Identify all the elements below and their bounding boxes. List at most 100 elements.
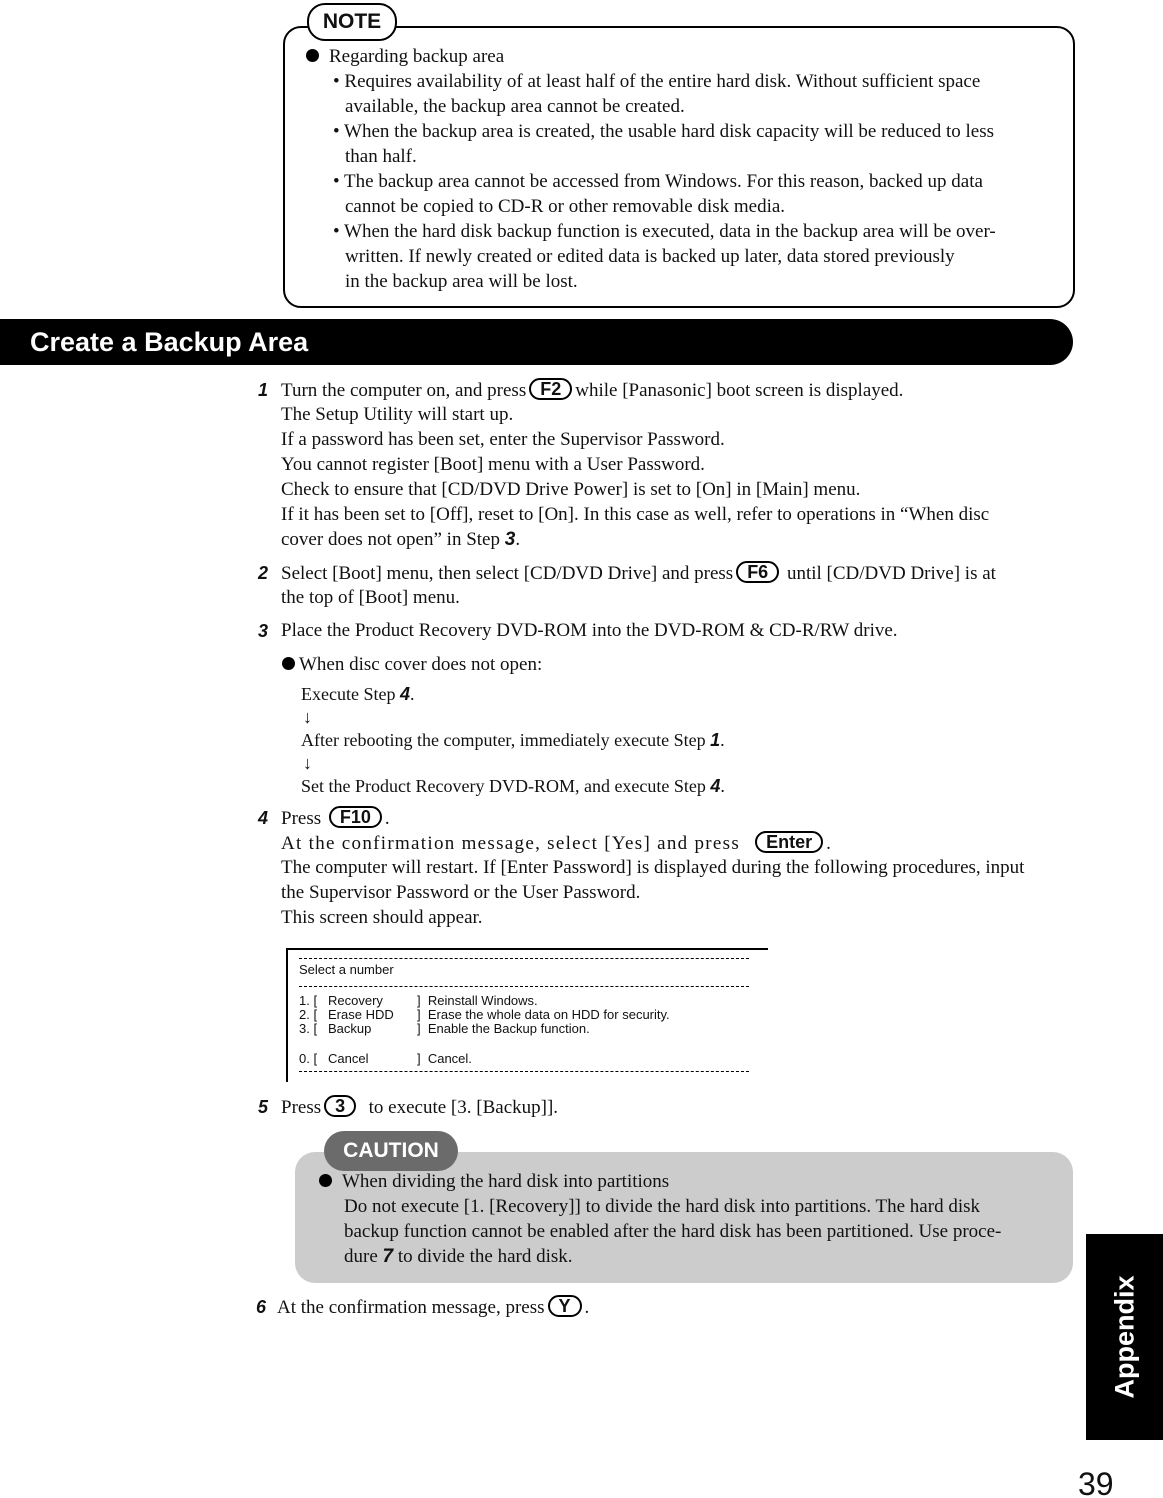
- down-arrow-icon: ↓: [303, 707, 312, 727]
- step-6-line: At the confirmation message, press Y.: [277, 1295, 589, 1320]
- note-line: written. If newly created or edited data…: [345, 246, 955, 267]
- appendix-label: Appendix: [1109, 1275, 1139, 1399]
- page-number: 39: [1078, 1466, 1114, 1498]
- step-4-line: This screen should appear.: [281, 907, 483, 928]
- text: 1. [: [299, 993, 318, 1008]
- section-title: Create a Backup Area: [30, 327, 309, 357]
- text: 2. [: [299, 1007, 318, 1022]
- bullet-icon: [282, 657, 295, 670]
- divider: [299, 986, 749, 987]
- text: Erase HDD: [328, 1007, 394, 1022]
- text: Recovery: [328, 993, 383, 1008]
- caution-line: backup function cannot be enabled after …: [344, 1221, 1002, 1242]
- note-line: • Requires availability of at least half…: [333, 71, 981, 92]
- text: At the confirmation message, press: [277, 1297, 545, 1318]
- caution-line: Do not execute [1. [Recovery]] to divide…: [344, 1196, 980, 1217]
- step-1-line: Check to ensure that [CD/DVD Drive Power…: [281, 479, 861, 500]
- text: At the confirmation message, select [Yes…: [281, 833, 741, 854]
- bullet-icon: [306, 49, 319, 62]
- text: dure: [344, 1246, 378, 1267]
- text: ] Erase the whole data on HDD for securi…: [417, 1007, 670, 1022]
- screen-title: Select a number: [299, 962, 394, 977]
- text: ] Enable the Backup function.: [417, 1021, 590, 1036]
- flow-step: After rebooting the computer, immediatel…: [301, 730, 725, 750]
- text: until [CD/DVD Drive] is at: [786, 563, 996, 584]
- text: Set the Product Recovery DVD-ROM, and ex…: [301, 776, 706, 796]
- step-3-bullet: When disc cover does not open:: [282, 653, 542, 677]
- step-4-line: The computer will restart. If [Enter Pas…: [281, 857, 1025, 878]
- section-banner: Create a Backup Area: [0, 319, 1073, 365]
- caution-label: CAUTION: [324, 1131, 458, 1171]
- menu-option: 0. [Cancel] Cancel.: [299, 1052, 472, 1066]
- step-ref: 4: [399, 684, 410, 704]
- step-ref: 3: [504, 529, 516, 550]
- step-1-line: You cannot register [Boot] menu with a U…: [281, 454, 705, 475]
- step-5-line: Press 3 to execute [3. [Backup]].: [281, 1095, 558, 1120]
- step-1-line: If it has been set to [Off], reset to [O…: [281, 504, 990, 525]
- text: After rebooting the computer, immediatel…: [301, 730, 706, 750]
- key-f2: F2: [529, 378, 573, 400]
- text: .: [515, 529, 521, 550]
- note-line: cannot be copied to CD-R or other remova…: [345, 196, 786, 217]
- step-number: 6: [256, 1297, 267, 1317]
- menu-option: 3. [ Backup ] Enable the Backup function.: [299, 1022, 590, 1036]
- caution-heading: When dividing the hard disk into partiti…: [319, 1170, 669, 1194]
- key-f6: F6: [736, 561, 780, 583]
- step-1-line: If a password has been set, enter the Su…: [281, 429, 725, 450]
- text: ] Reinstall Windows.: [417, 993, 538, 1008]
- note-line: • When the backup area is created, the u…: [333, 121, 995, 142]
- appendix-tab: Appendix: [1086, 1234, 1163, 1440]
- step-ref: 7: [382, 1246, 394, 1267]
- text: ] Cancel.: [417, 1051, 472, 1066]
- note-line: than half.: [345, 146, 417, 167]
- text: Cancel: [328, 1051, 369, 1066]
- text: .: [584, 1297, 590, 1318]
- text: When dividing the hard disk into partiti…: [342, 1171, 670, 1192]
- text: Turn the computer on, and press: [281, 380, 527, 401]
- flow-step: Execute Step 4.: [301, 684, 415, 704]
- note-heading: Regarding backup area: [306, 45, 504, 69]
- divider: [299, 1071, 749, 1072]
- text: Select [Boot] menu, then select [CD/DVD …: [281, 563, 734, 584]
- step-number: 5: [258, 1097, 269, 1117]
- note-line: in the backup area will be lost.: [345, 271, 578, 292]
- recovery-menu-screen: Select a number 1. [ Recovery ] Reinstall …: [286, 948, 768, 1082]
- note-label: NOTE: [307, 3, 397, 41]
- step-4-line: the Supervisor Password or the User Pass…: [281, 882, 641, 903]
- divider: [299, 958, 749, 959]
- menu-option: 1. [ Recovery ] Reinstall Windows.: [299, 994, 538, 1008]
- note-line: • When the hard disk backup function is …: [333, 221, 996, 242]
- note-heading-text: Regarding backup area: [329, 46, 505, 67]
- step-4-line: At the confirmation message, select [Yes…: [281, 831, 833, 854]
- note-line: • The backup area cannot be accessed fro…: [333, 171, 983, 192]
- text: Press: [281, 1097, 322, 1118]
- text: Execute Step: [301, 684, 396, 704]
- key-f10: F10: [328, 806, 382, 828]
- flow-step: Set the Product Recovery DVD-ROM, and ex…: [301, 776, 725, 796]
- step-3-line: Place the Product Recovery DVD-ROM into …: [281, 620, 898, 641]
- note-line: available, the backup area cannot be cre…: [345, 96, 685, 117]
- text: When disc cover does not open:: [299, 654, 543, 675]
- bullet-icon: [319, 1174, 332, 1187]
- step-ref: 4: [710, 776, 721, 796]
- step-2-line: the top of [Boot] menu.: [281, 587, 460, 608]
- step-1-line: cover does not open” in Step 3.: [281, 528, 520, 552]
- key-y: Y: [547, 1295, 582, 1317]
- step-4-line: Press F10.: [281, 806, 390, 829]
- step-number: 4: [258, 808, 269, 828]
- step-1-line: Turn the computer on, and press F2 while […: [281, 378, 903, 403]
- text: while [Panasonic] boot screen is display…: [575, 380, 904, 401]
- step-1-line: The Setup Utility will start up.: [281, 404, 514, 425]
- text: 3. [: [299, 1021, 318, 1036]
- text: Backup: [328, 1021, 372, 1036]
- step-ref: 1: [710, 730, 721, 750]
- key-enter: Enter: [755, 831, 824, 853]
- menu-option: 2. [ Erase HDD ] Erase the whole data on H…: [299, 1008, 670, 1022]
- text: to divide the hard disk.: [397, 1246, 573, 1267]
- key-3: 3: [324, 1095, 357, 1117]
- text: cover does not open” in Step: [281, 529, 500, 550]
- step-2-line: Select [Boot] menu, then select [CD/DVD …: [281, 561, 996, 586]
- text: Press: [281, 808, 322, 829]
- caution-line: dure 7 to divide the hard disk.: [344, 1245, 573, 1269]
- step-number: 1: [258, 380, 269, 400]
